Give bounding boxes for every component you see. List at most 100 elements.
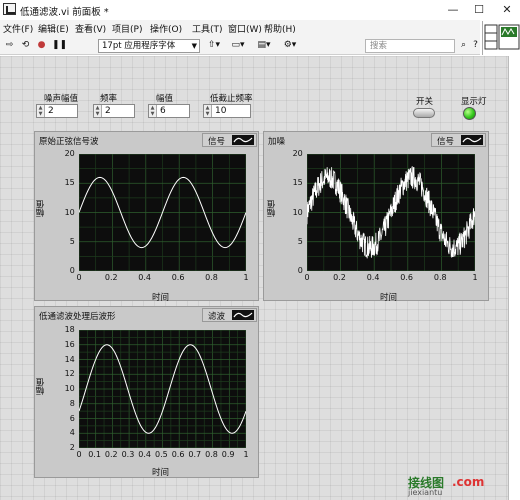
- watermark-logo: 接线图 .com jiexiantu: [408, 474, 518, 498]
- cutoff-control[interactable]: ▲ ▼ 10: [203, 104, 251, 118]
- x-tick-label: 0.2: [104, 450, 118, 459]
- x-axis-label: 时间: [380, 293, 398, 303]
- x-axis-label: 时间: [152, 293, 170, 303]
- filtered-plot-area[interactable]: [79, 330, 246, 448]
- y-tick-label: 6: [69, 413, 75, 423]
- menu-operate[interactable]: 操作(O): [150, 22, 182, 35]
- amplitude-control[interactable]: ▲ ▼ 6: [148, 104, 190, 118]
- watermark-domain: jiexiantu: [408, 488, 443, 497]
- distribute-objects-icon[interactable]: ▭▾: [228, 40, 248, 51]
- x-tick-label: 0.2: [104, 273, 118, 282]
- window-title: 低通滤波.vi 前面板 *: [20, 7, 109, 18]
- amplitude-value[interactable]: 6: [160, 105, 166, 117]
- power-switch[interactable]: [413, 108, 435, 118]
- search-input[interactable]: 搜索: [365, 39, 455, 53]
- spin-arrows-icon[interactable]: ▲ ▼: [204, 105, 212, 117]
- y-tick-label: 10: [64, 384, 75, 393]
- menu-help[interactable]: 帮助(H): [264, 22, 296, 35]
- menu-tools[interactable]: 工具(T): [192, 22, 223, 35]
- menu-view[interactable]: 查看(V): [75, 22, 106, 35]
- plot-legend[interactable]: 信号: [431, 133, 486, 147]
- menu-window[interactable]: 窗口(W): [228, 22, 262, 35]
- minimize-icon[interactable]: —: [440, 2, 466, 18]
- spin-arrows-icon[interactable]: ▲ ▼: [149, 105, 157, 117]
- menu-file[interactable]: 文件(F): [3, 22, 33, 35]
- menu-project[interactable]: 项目(P): [112, 22, 142, 35]
- legend-wave-icon: [461, 135, 483, 145]
- graph-title: 原始正弦信号波: [39, 137, 99, 147]
- menu-bar: 文件(F) 编辑(E) 查看(V) 项目(P) 操作(O) 工具(T) 窗口(W…: [0, 20, 480, 37]
- y-tick-label: 10: [292, 207, 303, 217]
- y-axis-label: 幅值: [267, 200, 277, 217]
- abort-icon[interactable]: ●: [36, 40, 47, 51]
- frequency-value[interactable]: 2: [105, 105, 111, 117]
- y-tick-label: 15: [64, 178, 75, 188]
- x-tick-label: 0.3: [121, 450, 135, 459]
- graph-title: 低通滤波处理后波形: [39, 312, 116, 322]
- menu-edit[interactable]: 编辑(E): [38, 22, 69, 35]
- x-tick-label: 0.8: [205, 450, 218, 459]
- watermark-suffix: .com: [452, 475, 485, 489]
- plot-legend[interactable]: 滤波: [202, 308, 257, 322]
- connector-pane-icon: [484, 24, 520, 50]
- run-arrow-icon[interactable]: ⇨: [4, 40, 15, 51]
- y-tick-label: 20: [64, 149, 75, 158]
- graph-title: 加噪: [268, 137, 286, 147]
- frequency-control[interactable]: ▲ ▼ 2: [93, 104, 135, 118]
- cutoff-value[interactable]: 10: [215, 105, 226, 117]
- x-tick-label: 0.8: [205, 273, 218, 282]
- y-tick-label: 16: [64, 339, 75, 349]
- vertical-scrollbar[interactable]: [508, 56, 520, 500]
- y-tick-label: 5: [297, 236, 303, 246]
- legend-label: 信号: [208, 137, 226, 147]
- pause-icon[interactable]: ❚❚: [52, 40, 67, 51]
- y-tick-label: 2: [69, 443, 75, 452]
- x-tick-label: 0.8: [433, 273, 447, 282]
- y-tick-label: 10: [64, 207, 75, 217]
- legend-label: 滤波: [208, 312, 226, 322]
- legend-wave-icon: [232, 310, 254, 320]
- y-tick-label: 18: [64, 325, 75, 334]
- legend-wave-icon: [232, 135, 254, 145]
- x-tick-label: 0.7: [188, 450, 202, 459]
- y-tick-label: 8: [69, 398, 75, 408]
- y-tick-label: 12: [64, 369, 75, 379]
- y-tick-label: 4: [69, 428, 75, 438]
- run-continuously-icon[interactable]: ⟲: [20, 40, 31, 51]
- maximize-icon[interactable]: ☐: [466, 2, 492, 18]
- align-objects-icon[interactable]: ⇧▾: [204, 40, 224, 51]
- y-tick-label: 0: [297, 266, 303, 275]
- x-tick-label: 0.6: [400, 273, 414, 282]
- x-axis-label: 时间: [152, 468, 170, 478]
- spin-arrows-icon[interactable]: ▲ ▼: [94, 105, 102, 117]
- frequency-label: 频率: [100, 94, 118, 104]
- x-tick-label: 0: [304, 273, 310, 282]
- labview-vi-icon: [3, 3, 16, 15]
- x-tick-label: 1: [243, 273, 249, 282]
- noise-amp-control[interactable]: ▲ ▼ 2: [36, 104, 78, 118]
- x-tick-label: 1: [472, 273, 478, 282]
- title-bar: 低通滤波.vi 前面板 * — ☐ ✕: [0, 0, 520, 20]
- spin-arrows-icon[interactable]: ▲ ▼: [37, 105, 45, 117]
- resize-objects-icon[interactable]: ▤▾: [254, 40, 274, 51]
- x-tick-label: 0.6: [171, 273, 185, 282]
- x-tick-label: 0.9: [221, 450, 235, 459]
- search-icon[interactable]: ⌕: [458, 40, 469, 51]
- vi-connector-pane[interactable]: [482, 21, 520, 55]
- font-select[interactable]: 17pt 应用程序字体 ▼: [98, 39, 200, 53]
- y-tick-label: 0: [69, 266, 75, 275]
- x-tick-label: 0.4: [138, 450, 152, 459]
- x-tick-label: 0: [76, 273, 82, 282]
- y-axis-label: 幅值: [36, 378, 46, 395]
- legend-label: 信号: [437, 137, 455, 147]
- close-icon[interactable]: ✕: [494, 2, 520, 18]
- noisy-plot-area[interactable]: [307, 154, 475, 271]
- reorder-icon[interactable]: ⚙▾: [280, 40, 300, 51]
- noise-amp-label: 噪声幅值: [44, 94, 79, 104]
- status-led: [463, 107, 476, 120]
- noise-amp-value[interactable]: 2: [48, 105, 54, 117]
- original-plot-area[interactable]: [79, 154, 246, 271]
- help-icon[interactable]: ?: [470, 40, 481, 51]
- plot-legend[interactable]: 信号: [202, 133, 257, 147]
- led-label: 显示灯: [461, 97, 487, 107]
